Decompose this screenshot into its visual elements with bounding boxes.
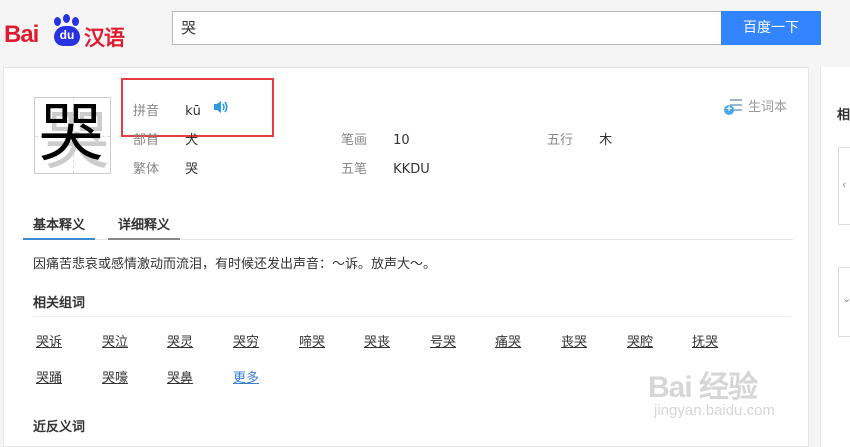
more-words-link[interactable]: 更多 bbox=[233, 367, 259, 386]
search-button[interactable]: 百度一下 bbox=[721, 11, 821, 45]
strokes-value: 10 bbox=[393, 133, 410, 148]
radical-value[interactable]: 犬 bbox=[185, 133, 198, 148]
character-glyph: 哭 bbox=[39, 97, 103, 171]
sidebar-panel-2[interactable]: ⌄ bbox=[838, 267, 850, 337]
related-words-title: 相关组词 bbox=[33, 296, 86, 311]
wuxing-label: 五行 bbox=[547, 133, 574, 148]
related-word[interactable]: 哭穷 bbox=[233, 331, 259, 350]
related-word[interactable]: 哭丧 bbox=[364, 331, 390, 350]
radical-label: 部首 bbox=[133, 133, 160, 148]
traditional-field: 繁体 哭 bbox=[133, 158, 198, 177]
strokes-field: 笔画 10 bbox=[341, 129, 410, 148]
vocab-book-icon: + bbox=[724, 98, 744, 115]
strokes-label: 笔画 bbox=[341, 133, 368, 148]
wubi-label: 五笔 bbox=[341, 162, 368, 177]
related-word[interactable]: 哭踊 bbox=[36, 367, 62, 386]
chevron-down-icon: ⌄ bbox=[842, 292, 850, 305]
tab-detailed-definition[interactable]: 详细释义 bbox=[108, 210, 181, 240]
related-word[interactable]: 哭泣 bbox=[102, 331, 128, 350]
chevron-left-icon: ‹ bbox=[842, 178, 847, 191]
related-word[interactable]: 啼哭 bbox=[299, 331, 325, 350]
wuxing-value: 木 bbox=[599, 133, 613, 148]
watermark-line2: jingyan.baidu.com bbox=[654, 402, 775, 419]
sidebar-panel-1[interactable]: ‹ bbox=[838, 147, 850, 225]
sidebar-label: 相 bbox=[837, 108, 850, 123]
wuxing-field: 五行 木 bbox=[547, 129, 612, 148]
related-word[interactable]: 哭嚎 bbox=[102, 367, 128, 386]
search-input[interactable]: 哭 bbox=[172, 11, 722, 45]
traditional-label: 繁体 bbox=[133, 162, 160, 177]
baidu-jingyan-watermark: Bai 经验 jingyan.baidu.com bbox=[648, 360, 808, 430]
logo-du-text: du bbox=[59, 28, 75, 42]
top-bar: Bai du 汉语 哭 百度一下 bbox=[0, 0, 850, 60]
logo-hanyu-text: 汉语 bbox=[84, 26, 125, 50]
related-word[interactable]: 丧哭 bbox=[561, 331, 587, 350]
related-word[interactable]: 哭鼻 bbox=[167, 367, 193, 386]
related-word[interactable]: 抚哭 bbox=[692, 331, 718, 350]
watermark-line1: Bai 经验 bbox=[648, 371, 758, 404]
radical-field: 部首 犬 bbox=[133, 129, 198, 148]
logo-bai-text: Bai bbox=[4, 21, 39, 48]
antonyms-title: 近反义词 bbox=[33, 420, 86, 435]
traditional-value: 哭 bbox=[185, 162, 199, 177]
tab-basic-definition[interactable]: 基本释义 bbox=[23, 210, 96, 240]
wubi-field: 五笔 KKDU bbox=[341, 158, 430, 177]
related-word[interactable]: 痛哭 bbox=[495, 331, 521, 350]
vocab-button-label: 生词本 bbox=[748, 100, 788, 115]
related-word[interactable]: 哭腔 bbox=[627, 331, 653, 350]
right-sidebar: 相 ‹ ⌄ bbox=[820, 67, 850, 447]
definition-tabs: 基本释义 详细释义 bbox=[23, 210, 793, 240]
related-word[interactable]: 哭诉 bbox=[36, 331, 62, 350]
related-word[interactable]: 号哭 bbox=[430, 331, 456, 350]
baidu-hanyu-logo[interactable]: Bai du 汉语 bbox=[4, 8, 128, 50]
character-image: 哭 哭 bbox=[34, 97, 111, 179]
basic-definition-text: 因痛苦悲哀或感情激动而流泪，有时候还发出声音：～诉。放声大～。 bbox=[33, 257, 437, 272]
related-word[interactable]: 哭灵 bbox=[167, 331, 193, 350]
add-vocab-button[interactable]: + 生词本 bbox=[724, 96, 787, 115]
wubi-value: KKDU bbox=[393, 162, 430, 177]
paw-icon: du bbox=[51, 14, 83, 48]
